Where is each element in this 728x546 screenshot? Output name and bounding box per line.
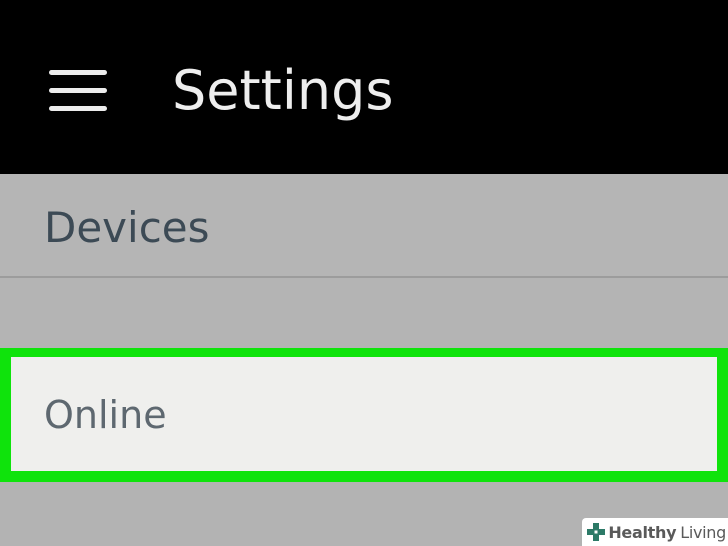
hamburger-menu-icon [49,70,107,112]
plus-cross-icon [587,523,606,541]
menu-button[interactable] [40,62,116,120]
settings-item-devices[interactable]: Devices [0,174,728,276]
settings-item-online[interactable]: Online [11,357,717,471]
page-title: Settings [172,59,394,122]
watermark: Healthy Living [582,518,728,546]
settings-item-online-label: Online [44,393,167,437]
watermark-text-bold: Healthy [608,522,677,542]
app-bar: Settings [0,0,728,174]
watermark-text-regular: Living [680,522,726,542]
faint-settings-row [0,278,728,348]
settings-item-devices-label: Devices [44,203,210,252]
